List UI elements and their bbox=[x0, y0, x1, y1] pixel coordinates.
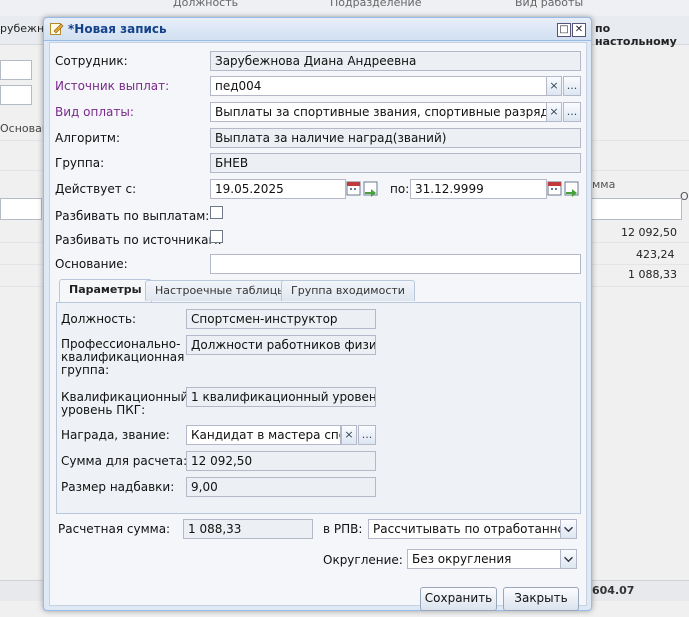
bg-col-worktype: Вид работы bbox=[515, 0, 584, 9]
bg-total: 604.07 bbox=[592, 584, 635, 597]
bg-col-sum: мма bbox=[592, 178, 616, 191]
paytype-field[interactable]: Выплаты за спортивные звания, спортивные… bbox=[210, 102, 547, 122]
valid-from-field[interactable]: 19.05.2025 bbox=[210, 179, 346, 199]
paytype-clear-icon[interactable]: × bbox=[546, 102, 562, 122]
award-ellipsis-button[interactable]: ... bbox=[358, 425, 376, 445]
pkg-label-line2: квалификационная bbox=[61, 350, 185, 364]
parameters-panel: Должность: Спортсмен-инструктор Професси… bbox=[56, 302, 581, 514]
tab-strip: Параметры Настроечные таблицы Группа вхо… bbox=[56, 278, 577, 303]
paytype-label: Вид оплаты: bbox=[55, 105, 134, 119]
pkg-field[interactable]: Должности работников физическ bbox=[186, 335, 376, 355]
valid-from-label: Действует с: bbox=[55, 182, 137, 196]
calc-sum-label: Расчетная сумма: bbox=[58, 522, 171, 536]
edit-record-icon bbox=[50, 23, 64, 35]
calendar-icon[interactable] bbox=[547, 180, 563, 198]
bonus-label: Размер надбавки: bbox=[61, 480, 175, 494]
rpv-label: в РПВ: bbox=[323, 522, 363, 536]
bg-filter-right bbox=[590, 198, 682, 220]
source-label: Источник выплат: bbox=[55, 79, 170, 93]
source-field[interactable]: пед004 bbox=[210, 76, 547, 96]
bg-col-position: Должность bbox=[173, 0, 239, 9]
algorithm-label: Алгоритм: bbox=[55, 131, 121, 145]
split-sources-label: Разбивать по источникам: bbox=[55, 233, 222, 247]
bg-col-department: Подразделение bbox=[330, 0, 422, 9]
position-field[interactable]: Спортсмен-инструктор bbox=[186, 309, 376, 329]
calc-sum-field[interactable]: 1 088,33 bbox=[183, 519, 313, 539]
save-button[interactable]: Сохранить bbox=[420, 587, 497, 611]
calendar-icon[interactable] bbox=[346, 180, 362, 198]
bg-filter-left bbox=[0, 198, 42, 220]
group-field[interactable]: БНЕВ bbox=[210, 153, 581, 173]
close-icon[interactable]: ✕ bbox=[572, 23, 586, 37]
bg-value-2: 423,24 bbox=[636, 248, 675, 261]
bg-value-1: 12 092,50 bbox=[621, 226, 677, 239]
window-titlebar[interactable]: *Новая запись □ ✕ bbox=[44, 18, 591, 41]
tab-settings-tables[interactable]: Настроечные таблицы bbox=[145, 280, 296, 301]
chevron-down-icon[interactable] bbox=[560, 549, 577, 569]
rounding-label: Округление: bbox=[323, 553, 403, 567]
split-payments-label: Разбивать по выплатам: bbox=[55, 209, 210, 223]
calc-base-label: Сумма для расчета: bbox=[61, 454, 188, 468]
award-label: Награда, звание: bbox=[61, 428, 170, 442]
window-body: Сотрудник: Зарубежнова Диана Андреевна И… bbox=[49, 42, 587, 611]
employee-field[interactable]: Зарубежнова Диана Андреевна bbox=[210, 51, 581, 71]
source-clear-icon[interactable]: × bbox=[546, 76, 562, 96]
close-button[interactable]: Закрыть bbox=[503, 587, 579, 611]
bonus-field[interactable]: 9,00 bbox=[186, 477, 376, 497]
pkg-label-line3: группа: bbox=[61, 363, 110, 377]
pkg-label-line1: Профессионально- bbox=[61, 337, 181, 351]
split-payments-checkbox[interactable] bbox=[210, 206, 223, 219]
award-clear-icon[interactable]: × bbox=[341, 425, 357, 445]
algorithm-field[interactable]: Выплата за наличие наград(званий) bbox=[210, 128, 581, 148]
award-field[interactable]: Кандидат в мастера спорта bbox=[186, 425, 341, 445]
date-pick-icon[interactable] bbox=[363, 180, 379, 198]
split-sources-checkbox[interactable] bbox=[210, 230, 223, 243]
tab-inclusion-group[interactable]: Группа входимости bbox=[281, 280, 415, 301]
calc-base-field[interactable]: 12 092,50 bbox=[186, 451, 376, 471]
rounding-select[interactable]: Без округления bbox=[407, 549, 561, 569]
bg-field-2 bbox=[0, 85, 32, 105]
employee-label: Сотрудник: bbox=[55, 54, 128, 68]
bg-row-worktype: по настольному bbox=[595, 22, 677, 48]
level-label-line2: уровень ПКГ: bbox=[61, 403, 146, 417]
bg-tab-basis: Основан bbox=[0, 122, 50, 135]
bg-field-1 bbox=[0, 60, 32, 80]
chevron-down-icon[interactable] bbox=[560, 519, 577, 539]
date-pick-icon[interactable] bbox=[564, 180, 580, 198]
level-field[interactable]: 1 квалификационный уровень bbox=[186, 387, 376, 407]
paytype-ellipsis-button[interactable]: ... bbox=[563, 102, 581, 122]
minimize-icon[interactable]: □ bbox=[557, 23, 571, 37]
new-record-window: *Новая запись □ ✕ Сотрудник: Зарубежнова… bbox=[43, 17, 592, 611]
level-label-line1: Квалификационный bbox=[61, 390, 189, 404]
bg-value-3: 1 088,33 bbox=[628, 268, 677, 281]
basis-label: Основание: bbox=[55, 257, 128, 271]
window-title: *Новая запись bbox=[68, 22, 167, 36]
position-label: Должность: bbox=[61, 312, 137, 326]
source-ellipsis-button[interactable]: ... bbox=[563, 76, 581, 96]
background-grid-header: Должность Подразделение Вид работы bbox=[0, 0, 689, 17]
group-label: Группа: bbox=[55, 156, 105, 170]
valid-to-field[interactable]: 31.12.9999 bbox=[410, 179, 547, 199]
basis-field[interactable] bbox=[210, 254, 581, 274]
valid-to-label: по: bbox=[390, 182, 410, 196]
tab-parameters[interactable]: Параметры bbox=[59, 279, 152, 303]
rpv-select[interactable]: Рассчитывать по отработанному в bbox=[368, 519, 561, 539]
